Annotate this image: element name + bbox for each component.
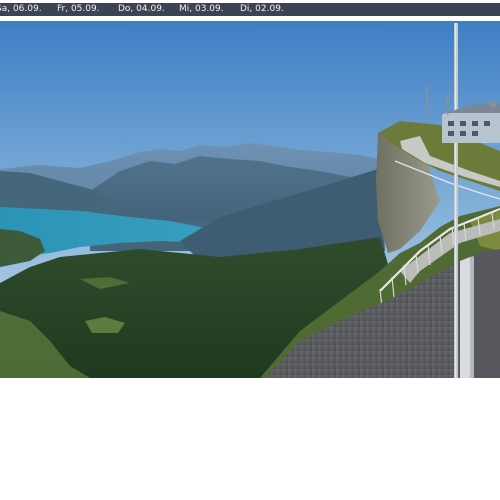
window (472, 131, 478, 136)
window (460, 121, 466, 126)
window (472, 121, 478, 126)
chimney (490, 101, 496, 107)
roof-trim-shadow (470, 256, 474, 378)
pole-highlight (455, 23, 457, 378)
summit-building (442, 113, 500, 143)
date-tab-do-04-09[interactable]: Do, 04.09. (118, 3, 165, 16)
window (448, 131, 454, 136)
window (460, 131, 466, 136)
webcam-panorama-image[interactable] (0, 21, 500, 378)
webcam-page: Sa, 06.09. Fr, 05.09. Do, 04.09. Mi, 03.… (0, 0, 500, 500)
date-tab-di-02-09[interactable]: Di, 02.09. (240, 3, 284, 16)
roof-trim (460, 257, 470, 378)
date-navigation-bar: Sa, 06.09. Fr, 05.09. Do, 04.09. Mi, 03.… (0, 3, 500, 16)
date-tab-mi-03-09[interactable]: Mi, 03.09. (179, 3, 224, 16)
date-tab-sa-06-09[interactable]: Sa, 06.09. (0, 3, 42, 16)
date-tab-fr-05-09[interactable]: Fr, 05.09. (57, 3, 100, 16)
antenna (426, 85, 428, 123)
antenna (447, 93, 449, 115)
window (448, 121, 454, 126)
window (484, 121, 490, 126)
